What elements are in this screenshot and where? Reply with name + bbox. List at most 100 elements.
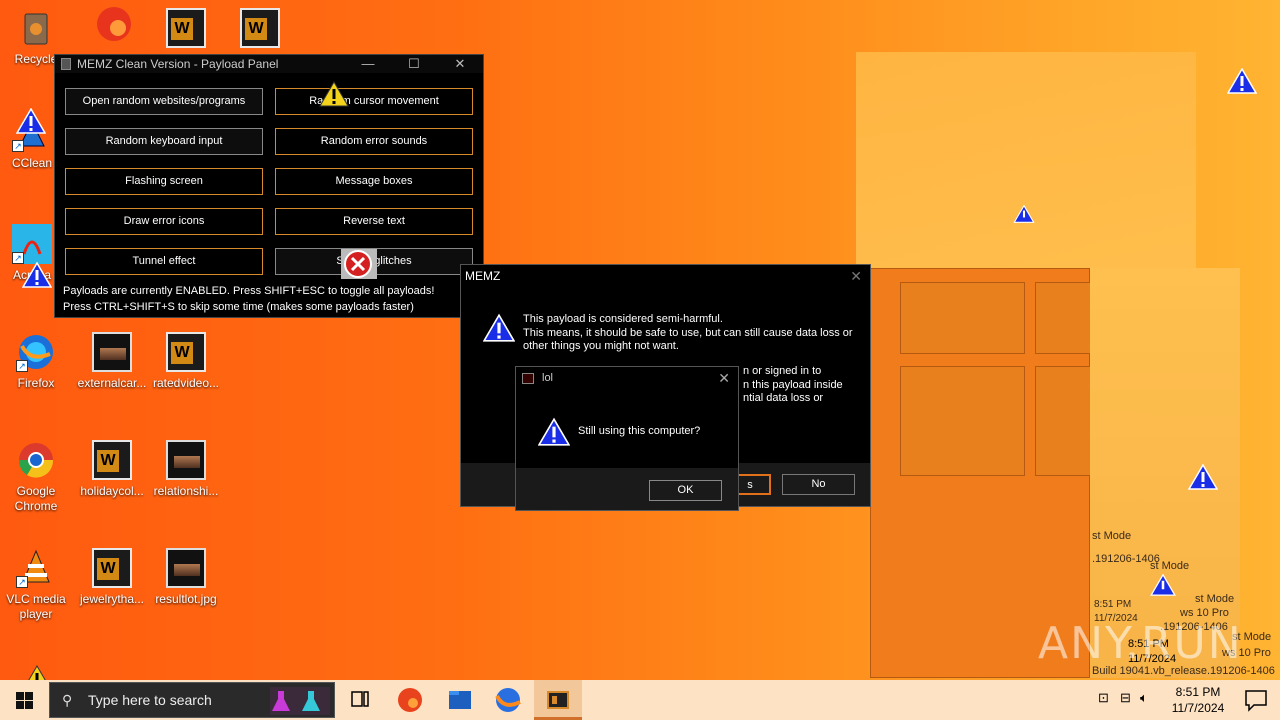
windows-logo-pane	[900, 366, 1025, 476]
close-icon[interactable]: ✕	[850, 265, 862, 287]
no-button[interactable]: No	[782, 474, 855, 495]
payload-button-draw-error-icons[interactable]: Draw error icons	[65, 208, 263, 235]
windows-logo-pane	[1035, 282, 1091, 354]
taskbar-firefox-button[interactable]	[484, 680, 532, 720]
desktop-icon-edge[interactable]	[76, 4, 148, 48]
desktop-icon-file[interactable]: holidaycol...	[76, 440, 148, 499]
desktop-icon-file[interactable]: resultlot.jpg	[150, 548, 222, 607]
status-line: Press CTRL+SHIFT+S to skip some time (ma…	[63, 301, 414, 313]
system-tray: ⊡ ⊟ 🔈︎	[1094, 680, 1158, 720]
warning-icon	[22, 665, 52, 680]
shortcut-arrow-icon: ↗	[16, 360, 28, 372]
desktop-icon-file[interactable]	[224, 8, 296, 52]
warning-icon	[1013, 204, 1035, 223]
taskbar-memz-button[interactable]	[534, 680, 582, 720]
dialog-title: lol	[542, 372, 554, 384]
desktop-icon-vlc[interactable]: ↗ VLC media player	[0, 548, 72, 622]
warning-icon	[537, 417, 571, 447]
desktop-icon-file[interactable]: jewelrytha...	[76, 548, 148, 607]
screen-glitch-block	[856, 52, 1196, 268]
taskbar: ⚲ Type here to search ⊡ ⊟ 🔈︎ 8:51 PM 11/…	[0, 680, 1280, 720]
ghost-text: st Mode	[1150, 560, 1190, 572]
firefox-icon: ↗	[16, 332, 56, 372]
task-view-button[interactable]	[336, 680, 384, 720]
payload-button-open-websites[interactable]: Open random websites/programs	[65, 88, 263, 115]
taskbar-clock[interactable]: 8:51 PM 11/7/2024	[1160, 684, 1236, 716]
volume-icon[interactable]: 🔈︎	[1140, 690, 1148, 706]
desktop-icon-label: VLC media player	[6, 592, 66, 621]
desktop-icon-file[interactable]: relationshi...	[150, 440, 222, 499]
ghost-text: st Mode	[1092, 530, 1132, 542]
windows-logo-icon	[25, 701, 33, 709]
search-placeholder: Type here to search	[88, 692, 212, 708]
start-button[interactable]	[0, 680, 48, 720]
dialog-message: This payload is considered semi-harmful.…	[523, 313, 853, 352]
windows-logo-icon	[16, 701, 24, 709]
taskbar-file-explorer-button[interactable]	[436, 680, 484, 720]
image-file-icon	[166, 548, 206, 588]
desktop-icon-label: externalcar...	[77, 376, 147, 390]
maximize-icon[interactable]: ☐	[391, 55, 437, 73]
desktop-icon-label: CClean	[11, 156, 53, 170]
image-file-icon	[92, 332, 132, 372]
desktop-icon-chrome[interactable]: Google Chrome	[0, 440, 72, 514]
shortcut-arrow-icon: ↗	[16, 576, 28, 588]
minimize-icon[interactable]: —	[345, 55, 391, 73]
clock-date: 11/7/2024	[1171, 701, 1225, 715]
shortcut-arrow-icon: ↗	[12, 140, 24, 152]
ghost-test-mode-text: st Mode	[1150, 560, 1189, 573]
payload-status: Payloads are currently ENABLED. Press SH…	[63, 283, 434, 315]
desktop-icon-label: Recycle	[14, 52, 58, 66]
windows-logo-pane	[900, 282, 1025, 354]
search-icon: ⚲	[62, 692, 73, 708]
warning-icon	[1150, 573, 1176, 596]
desktop-icon-firefox[interactable]: ↗ Firefox	[0, 332, 72, 391]
warning-icon	[21, 261, 53, 288]
desktop-icon-label: holidaycol...	[80, 484, 144, 498]
desktop-icon-file[interactable]	[150, 8, 222, 52]
acrobat-icon: ↗	[12, 224, 52, 264]
error-icon	[341, 249, 377, 279]
ok-button[interactable]: OK	[649, 480, 722, 501]
desktop-icon-file[interactable]: externalcar...	[76, 332, 148, 391]
windows-logo-icon	[16, 692, 24, 700]
desktop-icon-label: resultlot.jpg	[155, 592, 217, 606]
desktop-icon-label: Google Chrome	[14, 484, 58, 513]
desktop-icon-file[interactable]: ratedvideo...	[150, 332, 222, 391]
dialog-titlebar[interactable]: MEMZ ✕	[461, 265, 870, 287]
close-icon[interactable]: ✕	[437, 55, 483, 73]
desktop-icon-label: ratedvideo...	[152, 376, 220, 390]
lol-dialog: lol ✕ Still using this computer? OK	[515, 366, 739, 511]
payload-button-keyboard-input[interactable]: Random keyboard input	[65, 128, 263, 155]
payload-button-cursor-movement[interactable]: Random cursor movement	[275, 88, 473, 115]
close-icon[interactable]: ✕	[718, 367, 730, 389]
payload-button-flashing-screen[interactable]: Flashing screen	[65, 168, 263, 195]
vlc-icon: ↗	[16, 548, 56, 588]
windows-logo-icon	[25, 692, 33, 700]
payload-button-reverse-text[interactable]: Reverse text	[275, 208, 473, 235]
ethernet-icon[interactable]: ⊟	[1120, 690, 1131, 706]
app-icon	[522, 373, 534, 384]
notification-center-button[interactable]	[1232, 680, 1280, 720]
word-doc-icon	[166, 332, 206, 372]
warning-icon	[1226, 67, 1258, 94]
network-icon[interactable]: ⊡	[1098, 690, 1109, 706]
dialog-titlebar[interactable]: lol ✕	[516, 367, 738, 389]
panel-titlebar[interactable]: MEMZ Clean Version - Payload Panel — ☐ ✕	[55, 55, 483, 73]
clock-time: 8:51 PM	[1175, 685, 1221, 699]
payload-button-message-boxes[interactable]: Message boxes	[275, 168, 473, 195]
status-line: Payloads are currently ENABLED. Press SH…	[63, 285, 435, 297]
taskbar-edge-button[interactable]	[386, 680, 434, 720]
payload-button-error-sounds[interactable]: Random error sounds	[275, 128, 473, 155]
warning-icon	[482, 313, 516, 343]
warning-icon	[15, 107, 47, 134]
ghost-test-mode-text: st Mode	[1195, 593, 1234, 606]
taskbar-search-box[interactable]: ⚲ Type here to search	[49, 682, 335, 718]
ghost-test-mode-text: st Mode	[1092, 530, 1131, 543]
dialog-message-continued: n or signed in to n this payload inside …	[743, 365, 843, 404]
dialog-title: MEMZ	[465, 269, 501, 283]
chrome-icon	[16, 440, 56, 480]
payload-button-tunnel-effect[interactable]: Tunnel effect	[65, 248, 263, 275]
warning-icon	[1187, 463, 1219, 490]
windows-logo-pane	[1035, 366, 1091, 476]
